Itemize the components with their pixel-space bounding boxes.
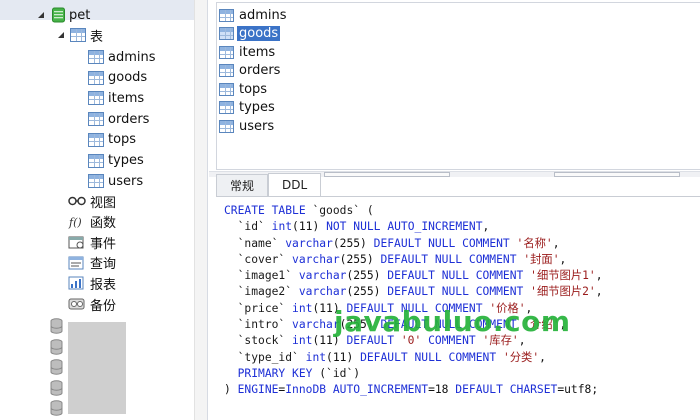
table-icon bbox=[219, 119, 234, 133]
ddl-line: `name` varchar(255) DEFAULT NULL COMMENT… bbox=[237, 236, 560, 250]
table-icon bbox=[88, 70, 104, 85]
tree-node-function[interactable]: f() 函数 bbox=[68, 212, 116, 232]
navigation-tree: pet 表 admins goods items orders tops types use… bbox=[0, 0, 208, 420]
tree-selection-highlight bbox=[0, 0, 197, 20]
tree-node-report[interactable]: 报表 bbox=[68, 273, 116, 293]
tree-item-table-items[interactable]: items bbox=[88, 88, 144, 108]
tree-node-label: 查询 bbox=[90, 257, 117, 273]
report-icon bbox=[68, 276, 86, 290]
tree-node-label: 视图 bbox=[90, 195, 117, 211]
tree-scrollbar[interactable] bbox=[194, 0, 207, 420]
list-item-table-tops[interactable]: tops bbox=[219, 80, 269, 98]
ddl-line: `id` int(11) NOT NULL AUTO_INCREMENT, bbox=[237, 220, 490, 234]
list-item-label: users bbox=[239, 118, 275, 134]
database-label: pet bbox=[69, 7, 91, 23]
list-item-table-types[interactable]: types bbox=[219, 99, 277, 117]
table-icon bbox=[219, 8, 234, 22]
ddl-line: `type_id` int(11) DEFAULT NULL COMMENT '… bbox=[237, 350, 546, 364]
query-icon bbox=[68, 256, 86, 270]
tree-node-label: 事件 bbox=[90, 236, 117, 252]
list-item-label: tops bbox=[239, 81, 268, 97]
ddl-line: `stock` int(11) DEFAULT '0' COMMENT '库存'… bbox=[237, 334, 526, 348]
ddl-line: `intro` varchar(255) DEFAULT NULL COMMEN… bbox=[237, 318, 567, 332]
database-icon[interactable] bbox=[50, 400, 63, 416]
list-item-label: goods bbox=[237, 26, 281, 41]
list-item-table-orders[interactable]: orders bbox=[219, 62, 282, 80]
svg-text:f(): f() bbox=[68, 216, 82, 229]
ddl-code-view[interactable]: CREATE TABLE `goods` ( `id` int(11) NOT … bbox=[216, 199, 700, 420]
event-icon bbox=[68, 235, 86, 249]
ddl-line: `price` int(11) DEFAULT NULL COMMENT '价格… bbox=[237, 301, 533, 315]
table-icon bbox=[88, 91, 104, 106]
table-folder-icon bbox=[70, 28, 86, 42]
tree-node-tables[interactable]: 表 bbox=[56, 25, 103, 45]
splitter-handle-left[interactable] bbox=[324, 172, 450, 177]
tree-item-label: admins bbox=[108, 49, 156, 65]
tree-item-table-users[interactable]: users bbox=[88, 171, 143, 191]
tree-node-label: 报表 bbox=[90, 277, 117, 293]
table-icon bbox=[219, 82, 234, 96]
database-icon[interactable] bbox=[50, 338, 63, 355]
database-icon[interactable] bbox=[50, 318, 63, 334]
list-item-table-admins[interactable]: admins bbox=[219, 6, 289, 24]
info-tabs: 常规 DDL bbox=[216, 173, 322, 196]
tables-node-label: 表 bbox=[90, 29, 104, 45]
table-icon bbox=[219, 101, 234, 114]
backup-icon bbox=[68, 297, 86, 311]
tree-node-label: 备份 bbox=[90, 298, 117, 314]
table-icon bbox=[88, 174, 104, 189]
tree-node-query[interactable]: 查询 bbox=[68, 253, 116, 273]
table-icon bbox=[219, 64, 234, 77]
object-pane: admins goods items orders tops types users 常规 … bbox=[209, 0, 700, 420]
tree-item-table-goods[interactable]: goods bbox=[88, 68, 147, 88]
splitter-handle-right[interactable] bbox=[554, 172, 680, 177]
list-item-table-goods[interactable]: goods bbox=[219, 25, 281, 43]
list-item-label: types bbox=[239, 100, 275, 115]
tree-item-table-orders[interactable]: orders bbox=[88, 109, 149, 129]
database-icon[interactable] bbox=[50, 379, 63, 396]
tree-node-backup[interactable]: 备份 bbox=[68, 294, 116, 314]
ddl-line: `cover` varchar(255) DEFAULT NULL COMMEN… bbox=[237, 252, 567, 266]
ddl-line: `image1` varchar(255) DEFAULT NULL COMME… bbox=[237, 269, 603, 283]
expanded-arrow-icon[interactable] bbox=[56, 30, 66, 40]
tree-node-view[interactable]: 视图 bbox=[68, 191, 116, 211]
tree-node-database[interactable]: pet bbox=[36, 5, 90, 25]
database-icon[interactable] bbox=[50, 359, 63, 375]
tab-general[interactable]: 常规 bbox=[216, 174, 269, 196]
tab-ddl[interactable]: DDL bbox=[268, 173, 322, 196]
tree-item-label: items bbox=[108, 90, 145, 106]
table-icon bbox=[219, 45, 234, 59]
view-icon bbox=[68, 195, 86, 207]
ddl-line: CREATE TABLE `goods` ( bbox=[224, 204, 374, 217]
tree-node-event[interactable]: 事件 bbox=[68, 232, 116, 252]
expanded-arrow-icon[interactable] bbox=[36, 10, 46, 20]
database-icon bbox=[52, 7, 65, 23]
tab-divider bbox=[216, 196, 700, 197]
ddl-line: ) ENGINE=InnoDB AUTO_INCREMENT=18 DEFAUL… bbox=[224, 383, 599, 397]
tree-item-table-tops[interactable]: tops bbox=[88, 130, 136, 150]
tree-item-label: goods bbox=[108, 70, 148, 86]
ddl-line: `image2` varchar(255) DEFAULT NULL COMME… bbox=[237, 285, 603, 299]
function-icon: f() bbox=[68, 215, 86, 229]
table-icon bbox=[88, 112, 104, 127]
tree-item-label: types bbox=[108, 153, 144, 168]
tree-item-label: orders bbox=[108, 111, 150, 127]
tree-item-label: tops bbox=[108, 132, 137, 148]
tree-item-table-types[interactable]: types bbox=[88, 151, 144, 171]
list-item-label: items bbox=[239, 44, 276, 60]
list-item-table-items[interactable]: items bbox=[219, 43, 277, 61]
ddl-line: PRIMARY KEY (`id`) bbox=[237, 366, 361, 380]
table-icon bbox=[88, 50, 104, 64]
redacted-area bbox=[68, 322, 126, 414]
tree-item-table-admins[interactable]: admins bbox=[88, 47, 156, 67]
tree-item-label: users bbox=[108, 173, 144, 189]
list-item-label: admins bbox=[239, 7, 287, 23]
table-icon bbox=[88, 153, 104, 168]
list-item-table-users[interactable]: users bbox=[219, 117, 276, 135]
table-list: admins goods items orders tops types users bbox=[216, 2, 700, 170]
list-item-label: orders bbox=[239, 63, 281, 78]
table-icon bbox=[219, 27, 234, 40]
tree-node-label: 函数 bbox=[90, 216, 117, 232]
table-icon bbox=[88, 132, 104, 147]
